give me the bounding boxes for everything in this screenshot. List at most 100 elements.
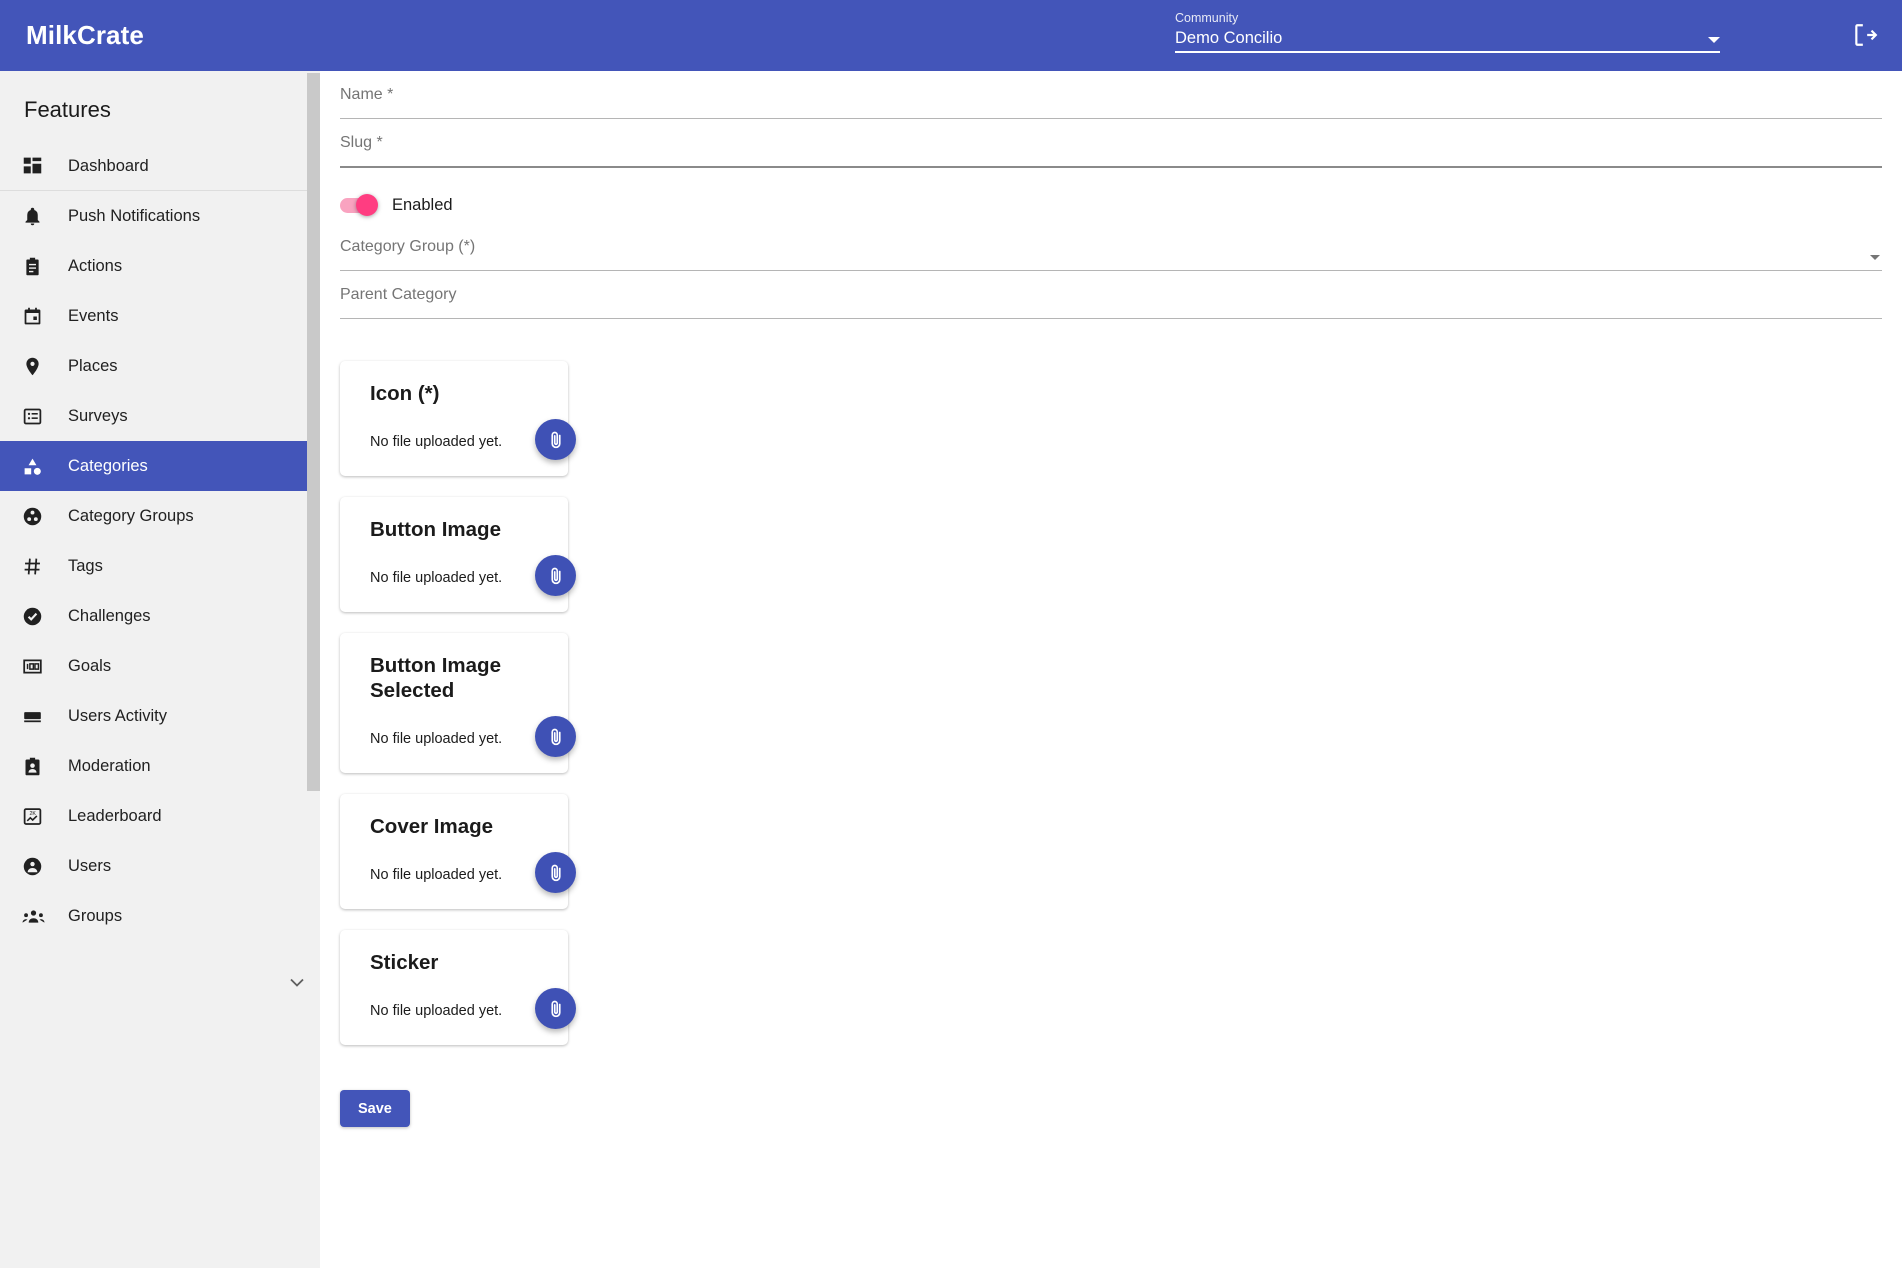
paperclip-icon bbox=[550, 728, 561, 745]
sidebar-item-label: Surveys bbox=[68, 407, 128, 425]
upload-card-status: No file uploaded yet. bbox=[370, 731, 503, 747]
score-100-icon bbox=[22, 654, 50, 678]
group-circles-icon bbox=[22, 504, 50, 528]
upload-file-button[interactable] bbox=[535, 716, 576, 757]
dashboard-icon bbox=[22, 154, 50, 178]
logout-icon bbox=[1855, 24, 1878, 46]
upload-cards: Icon (*) No file uploaded yet. Button Im… bbox=[320, 361, 1902, 1045]
sidebar-title: Features bbox=[24, 97, 111, 122]
sidebar-item-categories[interactable]: Categories bbox=[0, 441, 320, 491]
sidebar: Features Dashboard Push Notifications Ac… bbox=[0, 71, 320, 1268]
sidebar-item-events[interactable]: Events bbox=[0, 291, 320, 341]
upload-file-button[interactable] bbox=[535, 419, 576, 460]
sidebar-item-moderation[interactable]: Moderation bbox=[0, 741, 320, 791]
category-shapes-icon bbox=[22, 454, 50, 478]
paperclip-icon bbox=[550, 1000, 561, 1017]
upload-card-icon: Icon (*) No file uploaded yet. bbox=[340, 361, 576, 476]
sidebar-scrollbar[interactable] bbox=[307, 71, 320, 1268]
sidebar-item-groups[interactable]: Groups bbox=[0, 891, 320, 941]
app-brand: MilkCrate bbox=[26, 20, 144, 50]
sidebar-item-places[interactable]: Places bbox=[0, 341, 320, 391]
upload-file-button[interactable] bbox=[535, 988, 576, 1029]
sidebar-item-push-notifications[interactable]: Push Notifications bbox=[0, 191, 320, 241]
save-button[interactable]: Save bbox=[340, 1090, 410, 1127]
list-box-icon bbox=[22, 404, 50, 428]
paperclip-icon bbox=[550, 864, 561, 881]
upload-card-cover-image: Cover Image No file uploaded yet. bbox=[340, 794, 576, 909]
sidebar-item-label: Goals bbox=[68, 657, 112, 675]
upload-card-button-image-selected: Button Image Selected No file uploaded y… bbox=[340, 633, 576, 773]
upload-card-sticker: Sticker No file uploaded yet. bbox=[340, 930, 576, 1045]
enabled-toggle-label: Enabled bbox=[392, 195, 453, 214]
sidebar-item-label: Events bbox=[68, 307, 119, 325]
hash-icon bbox=[22, 554, 50, 578]
category-group-select[interactable]: Category Group (*) bbox=[340, 223, 1882, 271]
bell-icon bbox=[22, 204, 50, 228]
name-field[interactable]: Name * bbox=[340, 71, 1882, 119]
badge-person-icon bbox=[22, 754, 50, 778]
activity-bar-icon bbox=[22, 704, 50, 728]
sidebar-item-label: Places bbox=[68, 357, 118, 375]
sidebar-item-label: Categories bbox=[68, 457, 148, 475]
calendar-icon bbox=[22, 304, 50, 328]
upload-file-button[interactable] bbox=[535, 555, 576, 596]
chevron-down-icon bbox=[290, 978, 304, 987]
sidebar-item-actions[interactable]: Actions bbox=[0, 241, 320, 291]
sidebar-item-label: Groups bbox=[68, 907, 123, 925]
sidebar-item-surveys[interactable]: Surveys bbox=[0, 391, 320, 441]
clipboard-icon bbox=[22, 254, 50, 278]
user-circle-icon bbox=[22, 854, 50, 878]
upload-file-button[interactable] bbox=[535, 852, 576, 893]
svg-text:2K: 2K bbox=[29, 811, 36, 817]
sidebar-scroll-down-chevron[interactable] bbox=[290, 975, 304, 993]
paperclip-icon bbox=[550, 567, 561, 584]
community-label: Community bbox=[1175, 11, 1239, 25]
upload-card-title: Icon (*) bbox=[370, 382, 440, 405]
slug-field-label: Slug * bbox=[340, 134, 383, 151]
sidebar-item-label: Category Groups bbox=[68, 507, 194, 525]
community-selector[interactable]: Community Demo Concilio bbox=[1175, 10, 1720, 53]
chevron-down-icon bbox=[1708, 37, 1720, 43]
sidebar-item-label: Push Notifications bbox=[68, 207, 201, 225]
logout-button[interactable] bbox=[1844, 14, 1886, 56]
community-value: Demo Concilio bbox=[1175, 29, 1283, 47]
chevron-down-icon bbox=[1870, 255, 1880, 260]
upload-card-title: Sticker bbox=[370, 951, 439, 974]
sidebar-item-users[interactable]: Users bbox=[0, 841, 320, 891]
parent-category-field[interactable]: Parent Category bbox=[340, 271, 1882, 319]
upload-card-status: No file uploaded yet. bbox=[370, 867, 503, 883]
sidebar-item-label: Dashboard bbox=[68, 156, 149, 175]
upload-card-status: No file uploaded yet. bbox=[370, 1003, 503, 1019]
sidebar-item-goals[interactable]: Goals bbox=[0, 641, 320, 691]
main-content: Name * Slug * Enabled Category Group (*)… bbox=[320, 71, 1902, 1268]
people-group-icon bbox=[22, 904, 50, 928]
sidebar-item-challenges[interactable]: Challenges bbox=[0, 591, 320, 641]
category-group-label: Category Group (*) bbox=[340, 238, 476, 255]
trend-chart-icon: 2K bbox=[22, 804, 50, 828]
name-field-label: Name * bbox=[340, 86, 394, 103]
upload-card-button-image: Button Image No file uploaded yet. bbox=[340, 497, 576, 612]
parent-category-label: Parent Category bbox=[340, 286, 457, 303]
sidebar-item-label: Actions bbox=[68, 257, 123, 275]
parent-category-underline bbox=[340, 318, 1882, 319]
check-circle-icon bbox=[22, 604, 50, 628]
sidebar-item-label: Users bbox=[68, 857, 112, 875]
sidebar-item-dashboard[interactable]: Dashboard bbox=[0, 141, 320, 191]
toggle-knob bbox=[356, 193, 378, 216]
upload-card-title: Cover Image bbox=[370, 815, 494, 838]
enabled-toggle-row[interactable]: Enabled bbox=[340, 187, 1902, 223]
upload-card-title: Button Image Selected bbox=[370, 654, 501, 702]
upload-card-status: No file uploaded yet. bbox=[370, 434, 503, 450]
sidebar-item-users-activity[interactable]: Users Activity bbox=[0, 691, 320, 741]
upload-card-status: No file uploaded yet. bbox=[370, 570, 503, 586]
sidebar-nav: Dashboard Push Notifications Actions Eve… bbox=[0, 141, 320, 941]
sidebar-item-tags[interactable]: Tags bbox=[0, 541, 320, 591]
enabled-toggle[interactable] bbox=[340, 193, 378, 216]
app-header: MilkCrate Community Demo Concilio bbox=[0, 0, 1902, 71]
sidebar-item-category-groups[interactable]: Category Groups bbox=[0, 491, 320, 541]
sidebar-scrollbar-thumb[interactable] bbox=[307, 73, 320, 791]
sidebar-item-label: Challenges bbox=[68, 607, 151, 625]
slug-field[interactable]: Slug * bbox=[340, 119, 1882, 168]
sidebar-item-leaderboard[interactable]: 2K Leaderboard bbox=[0, 791, 320, 841]
paperclip-icon bbox=[550, 431, 561, 448]
